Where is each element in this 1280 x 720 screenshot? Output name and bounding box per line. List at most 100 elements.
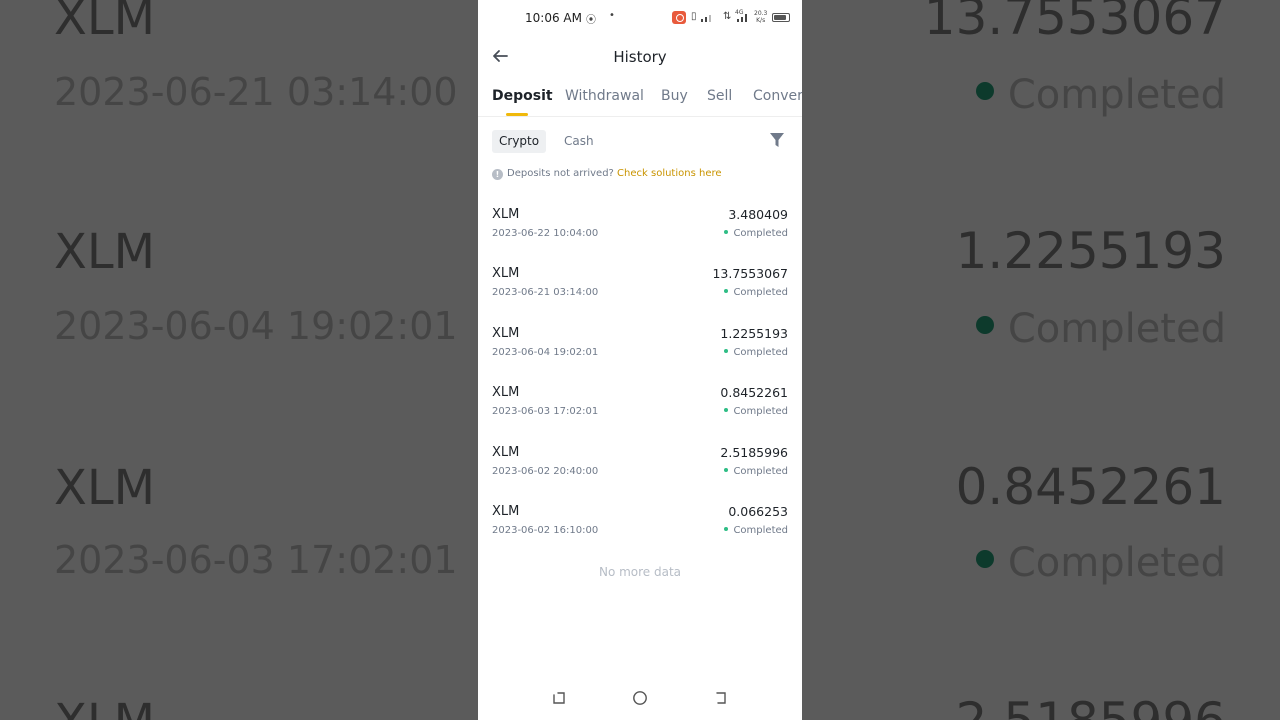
bg-coin-text: XLM <box>54 460 156 516</box>
transaction-date: 2023-06-02 20:40:00 <box>492 465 599 477</box>
status-dot <box>724 526 729 531</box>
recents-icon[interactable] <box>551 690 567 706</box>
tab-convert[interactable]: Convert <box>753 88 802 104</box>
coin-name: XLM <box>492 266 520 282</box>
transaction-status: Completed <box>724 406 788 417</box>
transaction-row[interactable]: XLM 2023-06-22 10:04:00 3.480409 Complet… <box>478 200 802 259</box>
bg-amount-text: 0.8452261 <box>955 458 1226 516</box>
transaction-date: 2023-06-04 19:02:01 <box>492 346 599 358</box>
background-right: 13.7553067 Completed 1.2255193 Completed… <box>802 0 1280 720</box>
bg-date-text: 2023-06-21 03:14:00 <box>54 70 458 114</box>
network-speed-value: 20.3 <box>754 10 768 17</box>
coin-name: XLM <box>492 207 520 222</box>
transaction-date: 2023-06-21 03:14:00 <box>492 287 599 299</box>
bg-coin-text: XLM <box>54 694 155 720</box>
transaction-list: XLM 2023-06-22 10:04:00 3.480409 Complet… <box>478 200 802 556</box>
transaction-status: Completed <box>724 466 788 477</box>
bg-amount-text: 13.7553067 <box>923 0 1226 46</box>
coin-name: XLM <box>492 325 520 341</box>
bg-status-text: Completed <box>1007 306 1226 352</box>
check-solutions-link[interactable]: Check solutions here <box>617 168 721 179</box>
transaction-row[interactable]: XLM 2023-06-04 19:02:01 1.2255193 Comple… <box>478 319 802 378</box>
transaction-status: Completed <box>724 287 788 298</box>
coin-name: XLM <box>492 444 520 460</box>
bg-status-dot <box>975 550 994 568</box>
header: History <box>478 40 802 76</box>
notification-dot-icon: • <box>609 10 615 21</box>
status-text: Completed <box>733 406 788 418</box>
filter-icon[interactable] <box>768 131 786 149</box>
status-text: Completed <box>733 287 788 299</box>
coin-name: XLM <box>492 385 520 401</box>
data-arrows-icon: ⇅ <box>723 11 732 22</box>
home-icon[interactable] <box>632 690 648 706</box>
status-time: 10:06 AM <box>525 11 582 25</box>
status-bar: 10:06 AM ⦿ • ▯ ⇅ 4G 20.3 K/s <box>478 0 802 36</box>
bg-amount-text: 2.5185996 <box>956 692 1226 720</box>
tab-buy[interactable]: Buy <box>661 88 688 104</box>
bg-status: Completed <box>975 72 1226 118</box>
transaction-status: Completed <box>724 228 788 239</box>
status-text: Completed <box>733 228 788 239</box>
transaction-status: Completed <box>724 525 788 536</box>
transaction-row[interactable]: XLM 2023-06-03 17:02:01 0.8452261 Comple… <box>478 378 802 437</box>
network-speed-unit: K/s <box>756 17 766 24</box>
bg-status-dot <box>975 316 994 334</box>
status-dot <box>724 230 729 234</box>
coin-name: XLM <box>492 503 520 519</box>
status-text: Completed <box>733 465 788 477</box>
phone-screen: 10:06 AM ⦿ • ▯ ⇅ 4G 20.3 K/s History Dep… <box>478 0 802 720</box>
transaction-amount: 1.2255193 <box>720 325 788 341</box>
subtab-crypto[interactable]: Crypto <box>492 130 547 153</box>
subtab-cash[interactable]: Cash <box>557 130 601 153</box>
battery-icon <box>772 13 790 22</box>
vibrate-icon: ▯ <box>691 11 697 22</box>
status-dot <box>724 467 729 472</box>
bg-coin-text: XLM <box>54 0 156 46</box>
background-left: XLM 2023-06-21 03:14:00 XLM 2023-06-04 1… <box>0 0 478 720</box>
transaction-amount: 3.480409 <box>728 207 788 222</box>
transaction-date: 2023-06-03 17:02:01 <box>492 406 599 418</box>
tab-deposit[interactable]: Deposit <box>492 88 553 104</box>
network-speed: 20.3 K/s <box>754 10 767 24</box>
bg-coin-text: XLM <box>54 224 156 280</box>
tab-sell[interactable]: Sell <box>707 88 732 104</box>
tab-withdrawal[interactable]: Withdrawal <box>565 88 644 104</box>
screen-record-icon: ⦿ <box>586 15 596 26</box>
transaction-status: Completed <box>724 347 788 358</box>
bg-status: Completed <box>975 540 1226 586</box>
transaction-amount: 0.8452261 <box>720 385 788 401</box>
battery-fill <box>774 15 787 20</box>
bg-amount-text: 1.2255193 <box>955 222 1226 280</box>
notice-text: Deposits not arrived? <box>507 168 614 179</box>
status-text: Completed <box>733 524 788 536</box>
transaction-amount: 2.5185996 <box>720 444 788 460</box>
bg-date-text: 2023-06-04 19:02:01 <box>54 304 458 348</box>
transaction-row[interactable]: XLM 2023-06-02 20:40:00 2.5185996 Comple… <box>478 438 802 497</box>
tab-bar: Deposit Withdrawal Buy Sell Convert <box>478 80 802 117</box>
bg-status-dot <box>975 82 994 100</box>
status-dot <box>724 289 729 294</box>
bg-date-text: 2023-06-03 17:02:01 <box>54 538 458 582</box>
status-dot <box>724 408 729 413</box>
deposit-notice: ! Deposits not arrived? Check solutions h… <box>492 168 722 180</box>
bg-status-text: Completed <box>1007 72 1226 118</box>
page-title: History <box>613 48 667 66</box>
bg-status: Completed <box>975 306 1226 352</box>
subtab-bar: Crypto Cash <box>478 128 802 156</box>
no-more-data: No more data <box>598 565 682 579</box>
back-nav-icon[interactable] <box>713 690 729 706</box>
signal-icon <box>701 15 711 22</box>
transaction-amount: 0.066253 <box>728 503 788 519</box>
bg-status-text: Completed <box>1007 540 1226 586</box>
info-icon: ! <box>492 169 503 180</box>
recording-icon <box>672 11 686 24</box>
transaction-row[interactable]: XLM 2023-06-02 16:10:00 0.066253 Complet… <box>478 497 802 556</box>
signal-icon-2 <box>737 14 747 22</box>
system-nav-bar <box>478 686 802 712</box>
transaction-date: 2023-06-02 16:10:00 <box>492 524 599 536</box>
status-text: Completed <box>733 346 788 358</box>
status-dot <box>724 348 729 353</box>
transaction-row[interactable]: XLM 2023-06-21 03:14:00 13.7553067 Compl… <box>478 259 802 318</box>
transaction-amount: 13.7553067 <box>712 266 788 282</box>
